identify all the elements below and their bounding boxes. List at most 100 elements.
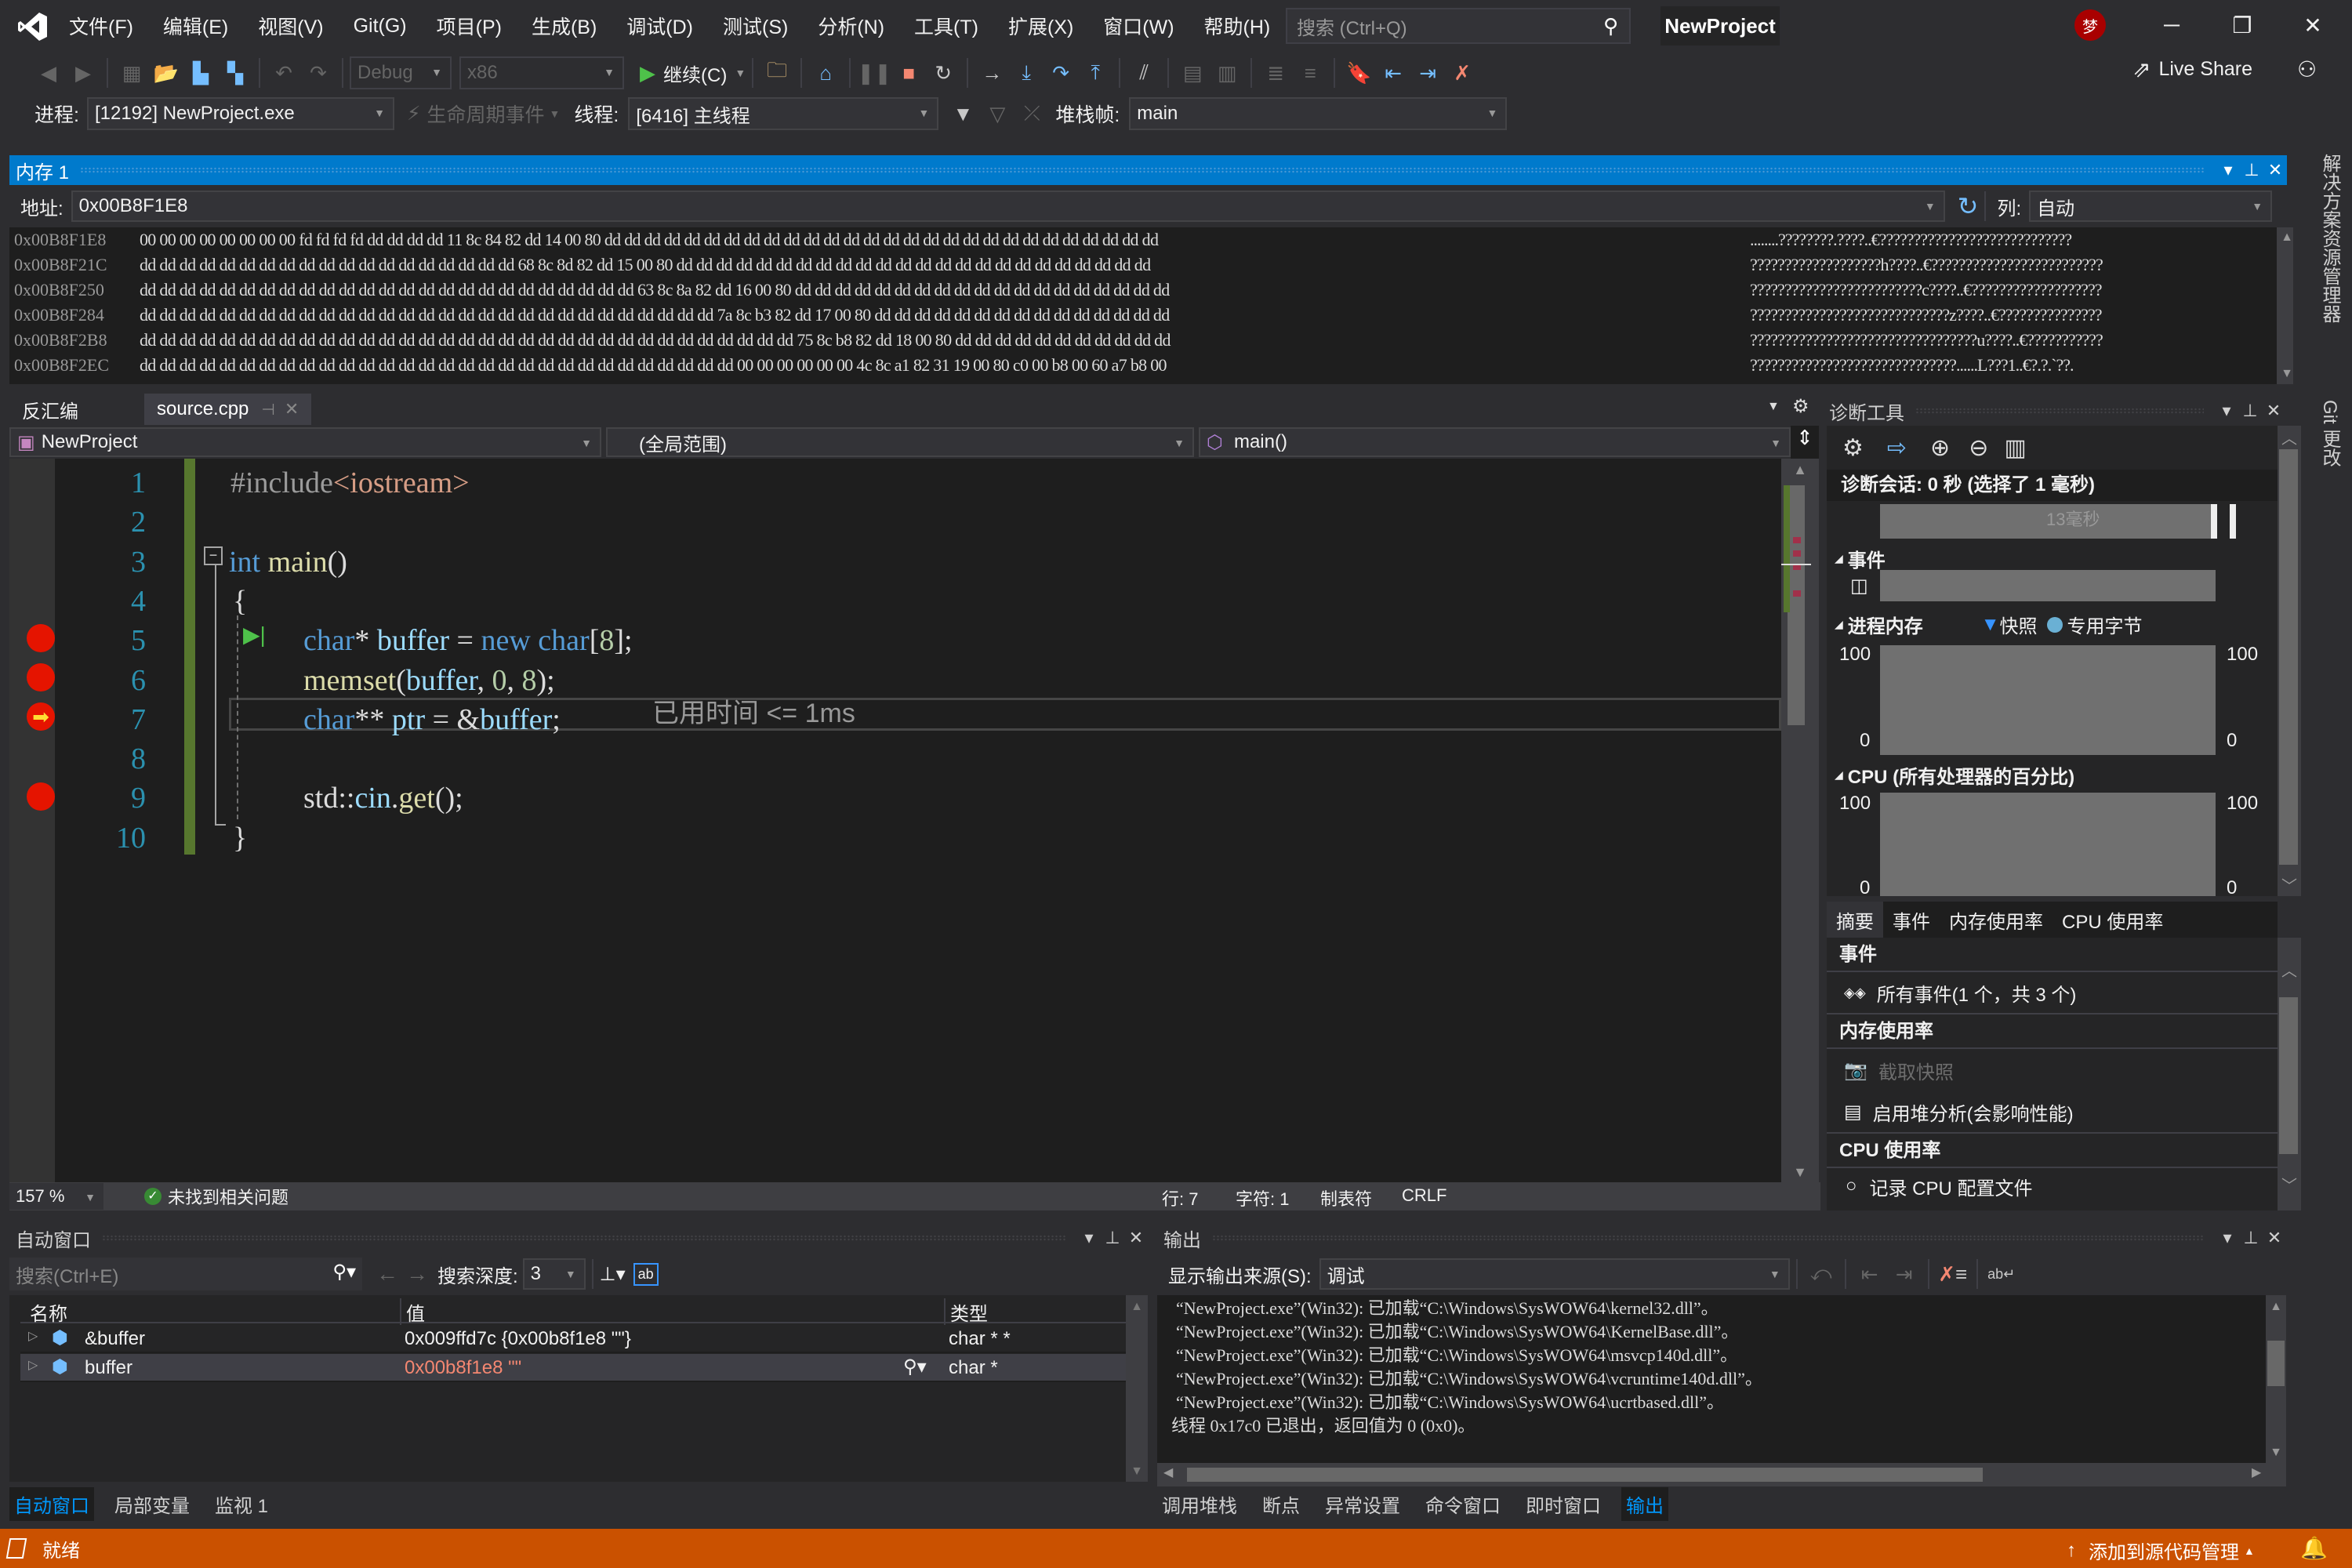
variable-value[interactable]: 0x009ffd7c {0x00b8f1e8 ""} <box>405 1328 631 1350</box>
outdent-icon[interactable]: ≡ <box>1297 60 1323 86</box>
thread-select[interactable]: [6416] 主线程 ▼ <box>628 97 939 130</box>
zoom-in-icon[interactable]: ⊕ <box>1930 434 1950 462</box>
code-line[interactable]: { <box>233 582 247 621</box>
find-message-icon[interactable]: ⤺ <box>1808 1261 1835 1287</box>
perf-tip[interactable]: 已用时间 <= 1ms <box>652 694 855 733</box>
prev-bookmark-icon[interactable]: ⇤ <box>1380 60 1406 86</box>
output-source-select[interactable]: 调试 ▼ <box>1319 1258 1790 1290</box>
diag-tab[interactable]: 内存使用率 <box>1940 902 2053 938</box>
scroll-thumb[interactable] <box>1788 485 1805 725</box>
clear-all-icon[interactable]: ✗ ≡ <box>1938 1261 1967 1287</box>
scroll-left-icon[interactable]: ◀ <box>1163 1465 1173 1480</box>
bottom-tab[interactable]: 调用堆栈 <box>1157 1487 1242 1521</box>
hex-display-icon[interactable]: ⫽ <box>1131 60 1157 86</box>
autos-scrollbar[interactable]: ▲ ▼ <box>1126 1295 1148 1482</box>
output-scrollbar[interactable]: ▲ ▼ <box>2266 1295 2286 1463</box>
member-select[interactable]: ⬡ main() ▼ <box>1199 427 1791 457</box>
memory-row[interactable]: 0x00B8F2EC dd dd dd dd dd dd dd dd dd dd … <box>14 353 2287 378</box>
autos-search-input[interactable]: 搜索(Ctrl+E) ⚲▾ <box>9 1258 362 1290</box>
expand-icon[interactable]: ▷ <box>28 1357 38 1373</box>
code-line[interactable]: #include<iostream> <box>230 463 470 503</box>
zoom-out-icon[interactable]: ⊖ <box>1969 434 1988 462</box>
scroll-up-icon[interactable]: ▲ <box>1126 1300 1148 1314</box>
summary-scrollbar[interactable]: ︿ ﹀ <box>2278 938 2301 1210</box>
menu-item[interactable]: 工具(T) <box>914 12 978 40</box>
char-number[interactable]: 字符: 1 <box>1236 1185 1289 1210</box>
window-menu-icon[interactable]: ▾ <box>1077 1228 1101 1248</box>
heap-profiling-button[interactable]: ▤ 启用堆分析(会影响性能) <box>1827 1091 2278 1134</box>
memory-ascii[interactable]: ?????????????????????????????????u????..… <box>1750 328 2267 353</box>
column-header-name[interactable]: 名称 <box>30 1298 67 1326</box>
pause-icon[interactable]: ❚❚ <box>857 60 891 86</box>
memory-ascii[interactable]: ?????????????????????????c????..€???????… <box>1750 278 2267 303</box>
bottom-tab[interactable]: 监视 1 <box>210 1487 273 1521</box>
bookmark-icon[interactable]: 🔖 <box>1345 60 1372 86</box>
settings-gear-icon[interactable]: ⚙ <box>1792 395 1809 418</box>
menu-item[interactable]: 测试(S) <box>723 12 788 40</box>
continue-button[interactable]: ▶ 继续(C) ▼ <box>640 60 746 87</box>
menu-item[interactable]: 帮助(H) <box>1204 12 1271 40</box>
pin-icon[interactable]: ⊥ <box>2238 401 2262 421</box>
close-icon[interactable]: ✕ <box>2263 160 2287 180</box>
memory-row[interactable]: 0x00B8F284 dd dd dd dd dd dd dd dd dd dd … <box>14 303 2287 328</box>
bottom-tab[interactable]: 断点 <box>1258 1487 1305 1521</box>
tab-list-icon[interactable]: ▼ <box>1767 400 1780 414</box>
bottom-tab[interactable]: 命令窗口 <box>1421 1487 1505 1521</box>
pin-icon[interactable]: ⊣ <box>261 400 274 419</box>
tab-source-cpp[interactable]: source.cpp ⊣ ✕ <box>144 394 312 425</box>
zoom-select[interactable]: 157 % ▼ <box>9 1183 103 1210</box>
autos-row[interactable]: ▷ ⬢ buffer 0x00b8f1e8 "" ⚲▾ char * <box>20 1354 1126 1382</box>
output-content[interactable]: “NewProject.exe”(Win32): 已加载“C:\Windows\… <box>1157 1295 2286 1463</box>
autos-row[interactable]: ▷ ⬢ &buffer 0x009ffd7c {0x00b8f1e8 ""} char … <box>20 1325 1126 1353</box>
bottom-tab[interactable]: 输出 <box>1621 1486 1668 1521</box>
expand-icon[interactable]: ▷ <box>28 1328 38 1344</box>
stop-icon[interactable]: ■ <box>895 60 922 86</box>
word-wrap-icon[interactable]: ab↵ <box>1987 1261 2015 1287</box>
project-select[interactable]: ▣ NewProject ▼ <box>9 427 601 457</box>
pin-icon[interactable]: ⊥ <box>2240 160 2263 180</box>
side-tab-solution-explorer[interactable]: 解决方案资源管理器 <box>2302 149 2343 368</box>
line-ending[interactable]: CRLF <box>1402 1185 1446 1206</box>
code-line[interactable]: char** ptr = &buffer; <box>303 700 561 739</box>
feedback-icon[interactable]: ⚇ <box>2297 56 2317 82</box>
pin-icon[interactable]: ⊥ <box>1101 1228 1124 1248</box>
tab-disassembly[interactable]: 反汇编 <box>9 394 91 425</box>
window-menu-icon[interactable]: ▾ <box>2215 401 2238 421</box>
restart-icon[interactable]: ↻ <box>930 60 956 86</box>
memory-ascii[interactable]: ?????????????????????????????z????..€???… <box>1750 303 2267 328</box>
visualizer-icon[interactable]: ⚲▾ <box>903 1356 927 1378</box>
side-tab-git-changes[interactable]: Git 更改 <box>2302 400 2343 466</box>
breakpoint-icon[interactable] <box>27 624 55 652</box>
restore-button[interactable]: ❐ <box>2219 9 2266 41</box>
drag-handle[interactable] <box>1212 1235 2205 1241</box>
drag-handle[interactable] <box>80 167 2205 173</box>
scroll-right-icon[interactable]: ▶ <box>2252 1465 2261 1480</box>
drag-handle[interactable] <box>102 1235 1066 1241</box>
refresh-icon[interactable]: ↻ <box>1958 191 1979 221</box>
save-all-icon[interactable]: ▚ <box>222 60 249 86</box>
menu-item[interactable]: 文件(F) <box>69 12 133 40</box>
issues-status[interactable]: 未找到相关问题 <box>168 1184 289 1209</box>
memory-row[interactable]: 0x00B8F250 dd dd dd dd dd dd dd dd dd dd … <box>14 278 2287 303</box>
collapse-triangle-icon[interactable]: ◢ <box>1835 618 1843 631</box>
events-track[interactable] <box>1880 570 2216 601</box>
pin-to-source-icon[interactable]: ⊥▾ <box>600 1263 626 1286</box>
pause-events-icon[interactable]: ◫ <box>1850 575 1868 597</box>
memory-row[interactable]: 0x00B8F2B8 dd dd dd dd dd dd dd dd dd dd … <box>14 328 2287 353</box>
menu-item[interactable]: 项目(P) <box>437 12 502 40</box>
take-snapshot-button[interactable]: 📷 截取快照 <box>1827 1049 2278 1091</box>
column-header-value[interactable]: 值 <box>400 1298 425 1325</box>
record-cpu-button[interactable]: ○ 记录 CPU 配置文件 <box>1827 1168 2278 1204</box>
next-message-icon[interactable]: ⇥ <box>1891 1261 1918 1287</box>
diag-tab[interactable]: CPU 使用率 <box>2053 902 2172 938</box>
collapse-triangle-icon[interactable]: ◢ <box>1835 768 1843 782</box>
memory-ascii[interactable]: ???????????????????h????..€?????????????… <box>1750 252 2267 278</box>
timeline-ruler[interactable]: 13毫秒 <box>1880 504 2216 539</box>
memory-hex[interactable]: dd dd dd dd dd dd dd dd dd dd dd dd dd d… <box>140 303 1739 328</box>
code-line[interactable]: memset(buffer, 0, 8); <box>303 661 555 700</box>
memory-hex[interactable]: dd dd dd dd dd dd dd dd dd dd dd dd dd d… <box>140 252 1739 278</box>
account-avatar[interactable]: 梦 <box>2074 9 2106 41</box>
memory-hex[interactable]: 00 00 00 00 00 00 00 00 fd fd fd fd dd d… <box>140 227 1739 252</box>
menu-item[interactable]: 生成(B) <box>532 12 597 40</box>
step-into-icon[interactable]: ⤓ <box>1013 60 1040 86</box>
